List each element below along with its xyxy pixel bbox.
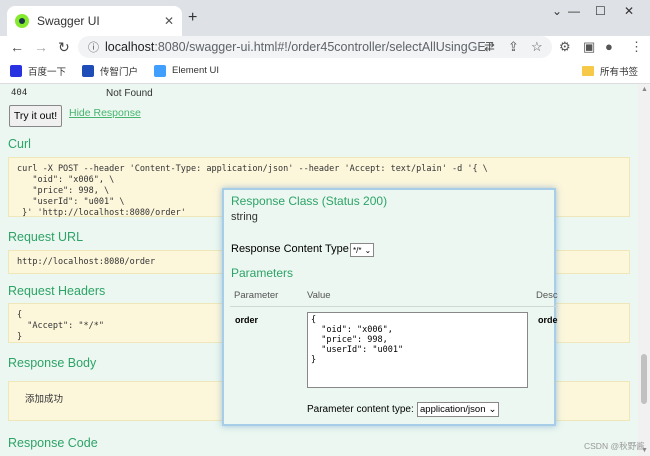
param-name-truncated: orde: [538, 315, 558, 325]
bookmark-star-icon[interactable]: ☆: [531, 39, 543, 55]
response-class-heading: Response Class (Status 200): [231, 194, 388, 208]
translate-icon[interactable]: ⇄: [484, 39, 495, 55]
browser-tab[interactable]: Swagger UI ✕: [7, 6, 182, 36]
element-ui-icon: [154, 64, 167, 77]
response-body-heading: Response Body: [8, 356, 97, 370]
response-content-type-label: Response Content Type: [231, 243, 349, 255]
operation-detail-popup: Response Class (Status 200) string Respo…: [222, 188, 558, 426]
baidu-icon: [10, 64, 22, 77]
request-url-heading: Request URL: [8, 230, 84, 244]
back-icon[interactable]: ←: [10, 39, 24, 55]
scroll-up-icon[interactable]: ▲: [641, 86, 648, 93]
page-scrollbar[interactable]: ▲ ▼: [638, 84, 650, 456]
tab-strip: Swagger UI ✕ + ⌄ — ☐ ✕: [0, 0, 650, 36]
folder-icon: [581, 65, 594, 76]
request-headers-heading: Request Headers: [8, 284, 106, 298]
forward-icon[interactable]: →: [34, 39, 48, 55]
param-name: order: [235, 315, 259, 325]
param-content-type-label: Parameter content type:: [307, 404, 414, 415]
response-code-heading: Response Code: [8, 436, 98, 450]
address-bar[interactable]: ⓘ localhost:8080/swagger-ui.html#!/order…: [78, 36, 552, 58]
bookmarks-bar: 百度一下 传智门户 Element UI 所有书签: [0, 58, 650, 84]
browser-toolbar: ← → ↻ ⓘ localhost:8080/swagger-ui.html#!…: [0, 36, 650, 58]
tab-search-icon[interactable]: ⌄: [552, 4, 562, 18]
reload-icon[interactable]: ↻: [58, 39, 70, 56]
csdn-watermark: CSDN @秋野酱: [584, 441, 645, 451]
param-value-textarea[interactable]: { "oid": "x006", "price": 998, "userId":…: [307, 312, 528, 388]
response-content-type-select[interactable]: */* ⌄: [350, 243, 375, 257]
tab-title: Swagger UI: [37, 14, 100, 28]
close-tab-icon[interactable]: ✕: [164, 14, 174, 28]
new-tab-icon[interactable]: +: [188, 9, 197, 27]
parameters-heading: Parameters: [231, 266, 294, 280]
response-reason-cell: Not Found: [106, 88, 153, 99]
col-description: Desc: [536, 290, 558, 301]
col-parameter: Parameter: [234, 290, 279, 301]
bookmark-chuanzhi[interactable]: 传智门户: [82, 64, 138, 78]
maximize-icon[interactable]: ☐: [595, 4, 606, 18]
curl-heading: Curl: [8, 137, 31, 151]
try-it-out-button[interactable]: Try it out!: [9, 105, 62, 127]
share-icon[interactable]: ⇪: [508, 39, 519, 55]
response-code-cell: 404: [11, 88, 28, 98]
col-value: Value: [307, 290, 331, 301]
param-content-type-select[interactable]: application/json ⌄: [417, 402, 500, 417]
hide-response-link[interactable]: Hide Response: [69, 107, 141, 119]
side-panel-icon[interactable]: ▣: [583, 39, 595, 55]
extensions-icon[interactable]: ⚙: [559, 39, 571, 55]
menu-icon[interactable]: ⋮: [630, 39, 643, 55]
site-info-icon[interactable]: ⓘ: [88, 39, 99, 55]
scrollbar-thumb[interactable]: [641, 354, 647, 404]
profile-avatar-icon[interactable]: ●: [605, 39, 613, 54]
chuanzhi-icon: [82, 64, 95, 77]
close-window-icon[interactable]: ✕: [624, 4, 634, 18]
all-bookmarks-folder[interactable]: 所有书签: [581, 64, 638, 78]
chevron-down-icon: ⌄: [364, 245, 372, 255]
minimize-icon[interactable]: —: [568, 4, 580, 18]
url-text: localhost:8080/swagger-ui.html#!/order45…: [105, 40, 494, 54]
params-divider: [230, 306, 558, 307]
swagger-favicon-icon: [15, 14, 29, 28]
bookmark-element-ui[interactable]: Element UI: [154, 64, 219, 77]
bookmark-baidu[interactable]: 百度一下: [10, 64, 66, 78]
chevron-down-icon: ⌄: [488, 404, 497, 415]
response-class-type: string: [231, 211, 258, 223]
